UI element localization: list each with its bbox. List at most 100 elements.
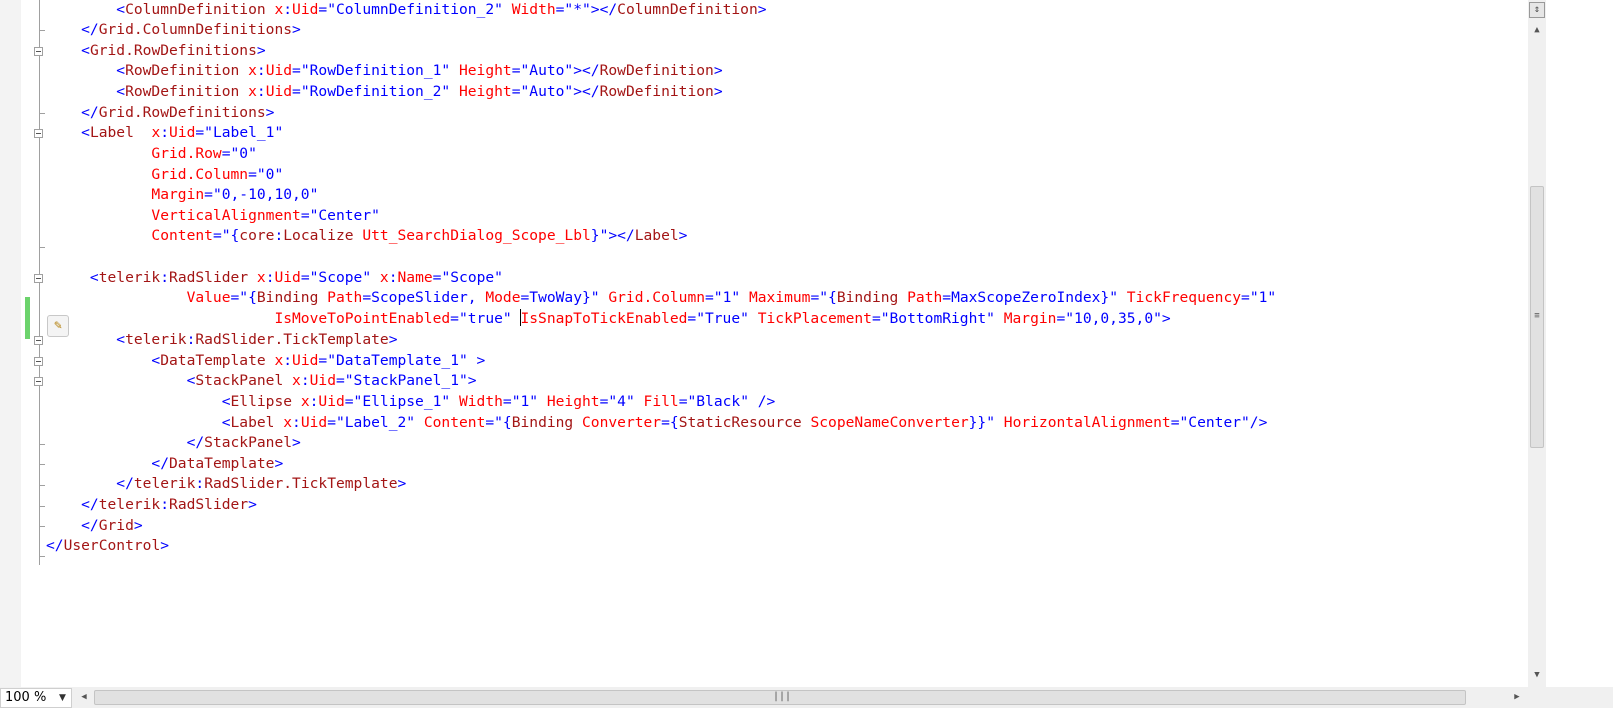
code-token: < [46,124,90,141]
chevron-up-icon[interactable]: ▲ [1529,22,1545,38]
code-token: Binding [511,414,574,431]
code-line[interactable]: Margin="0,-10,10,0" [46,185,318,205]
code-line[interactable]: Grid.Row="0" [46,144,257,164]
code-token: ="{ [485,414,512,431]
collapse-toggle[interactable] [34,274,43,283]
collapse-toggle[interactable] [34,377,43,386]
code-line[interactable]: <Label x:Uid="Label_2" Content="{Binding… [46,413,1268,433]
code-token: Label [89,124,134,141]
code-line[interactable]: </StackPanel> [46,433,301,453]
code-line[interactable]: Value="{Binding Path=ScopeSlider, Mode=T… [46,288,1277,308]
code-token: ="1" [1241,289,1277,306]
code-token: x [283,372,301,389]
code-line[interactable]: <Grid.RowDefinitions> [46,41,266,61]
code-line[interactable]: </telerik:RadSlider> [46,495,257,515]
code-token: VerticalAlignment [46,207,301,224]
code-line[interactable]: Content="{core:Localize Utt_SearchDialog… [46,226,687,246]
code-token: StackPanel [204,434,293,451]
code-token: Content [415,414,486,431]
code-line[interactable]: <StackPanel x:Uid="StackPanel_1"> [46,371,477,391]
collapse-toggle[interactable] [34,357,43,366]
code-token: Grid.Column [46,166,249,183]
code-token: RadSlider [169,496,249,513]
chevron-left-icon[interactable]: ◀ [77,689,91,705]
code-token: < [46,352,161,369]
code-token: TickPlacement [748,310,872,327]
code-token: Height [450,83,512,100]
right-panel-blank [1546,0,1613,687]
code-token: > [160,537,170,554]
code-token: IsSnapToTickEnabled [520,310,688,327]
code-token: IsMoveToPointEnabled [46,310,451,327]
code-line[interactable]: <Label x:Uid="Label_1" [46,123,283,143]
selection-margin[interactable] [0,0,21,708]
code-line[interactable]: <ColumnDefinition x:Uid="ColumnDefinitio… [46,0,766,20]
code-token: </ [46,434,205,451]
code-token: RowDefinition [599,62,714,79]
code-token: telerik [125,331,187,348]
collapse-toggle[interactable] [34,336,43,345]
code-token: Grid.RowDefinitions [89,42,257,59]
code-line[interactable]: </telerik:RadSlider.TickTemplate> [46,474,406,494]
code-token: ="*"></ [555,1,618,18]
code-token: ="BottomRight" [871,310,995,327]
code-token: Path [318,289,363,306]
code-token: =MaxScopeZeroIndex}" [942,289,1119,306]
code-token: x [265,352,284,369]
code-token: Uid [274,269,301,286]
code-line[interactable]: <RowDefinition x:Uid="RowDefinition_2" H… [46,82,722,102]
code-line[interactable]: IsMoveToPointEnabled="true" IsSnapToTick… [46,309,1171,329]
zoom-dropdown[interactable]: 100 % ▼ [0,688,72,708]
code-token: ="RowDefinition_2" [292,83,451,100]
code-token: < [46,269,99,286]
collapse-toggle[interactable] [34,47,43,56]
code-token: > [265,104,275,121]
code-token: : [388,269,398,286]
code-token: Width [450,393,503,410]
outlining-end-marker [39,464,45,465]
code-token: ="0" [221,145,257,162]
code-line[interactable]: <DataTemplate x:Uid="DataTemplate_1" > [46,351,485,371]
code-line[interactable]: VerticalAlignment="Center" [46,206,379,226]
code-line[interactable]: </UserControl> [46,536,169,556]
code-line[interactable]: <RowDefinition x:Uid="RowDefinition_1" H… [46,61,722,81]
code-line[interactable]: </Grid> [46,516,143,536]
code-token: ="Scope" [432,269,503,286]
code-token: > [256,42,266,59]
code-line[interactable]: </Grid.RowDefinitions> [46,103,274,123]
code-token: : [256,83,266,100]
code-line[interactable]: <Ellipse x:Uid="Ellipse_1" Width="1" Hei… [46,392,776,412]
code-line[interactable]: Grid.Column="0" [46,165,283,185]
chevron-down-icon[interactable]: ▼ [1529,667,1545,683]
code-line[interactable]: <telerik:RadSlider x:Uid="Scope" x:Name=… [46,268,503,288]
code-line[interactable]: <telerik:RadSlider.TickTemplate> [46,330,397,350]
code-token: ="Scope" [300,269,372,286]
code-token: RadSlider.TickTemplate [204,475,398,492]
code-token: telerik [98,269,161,286]
collapse-toggle[interactable] [34,129,43,138]
code-token: : [256,62,266,79]
code-token: ="{ [212,227,240,244]
chevron-right-icon[interactable]: ▶ [1510,689,1524,705]
code-token: ="Label_1" [195,124,284,141]
code-token: Content [46,227,213,244]
code-token: </ [46,496,99,513]
bottom-strip [0,708,1613,728]
code-token: ColumnDefinition [125,1,266,18]
code-token: ="ColumnDefinition_2" [318,1,503,18]
code-line[interactable]: </Grid.ColumnDefinitions> [46,20,301,40]
outlining-end-marker [39,485,45,486]
code-line[interactable]: </DataTemplate> [46,454,283,474]
code-token: ="DataTemplate_1" > [318,352,486,369]
code-token: RowDefinition [125,62,240,79]
code-token: ="1" [705,289,741,306]
code-token: ="Auto"></ [511,83,600,100]
split-handle-icon[interactable]: ⇕ [1529,2,1545,18]
xaml-code-editor[interactable]: ✎ <ColumnDefinition x:Uid="ColumnDefinit… [0,0,1613,728]
code-token: x [274,414,293,431]
code-token: Grid [98,517,134,534]
code-token: ="Ellipse_1" [344,393,451,410]
chevron-down-icon[interactable]: ▼ [59,689,66,707]
code-token: ="0" [248,166,284,183]
code-token: Grid.Row [46,145,222,162]
